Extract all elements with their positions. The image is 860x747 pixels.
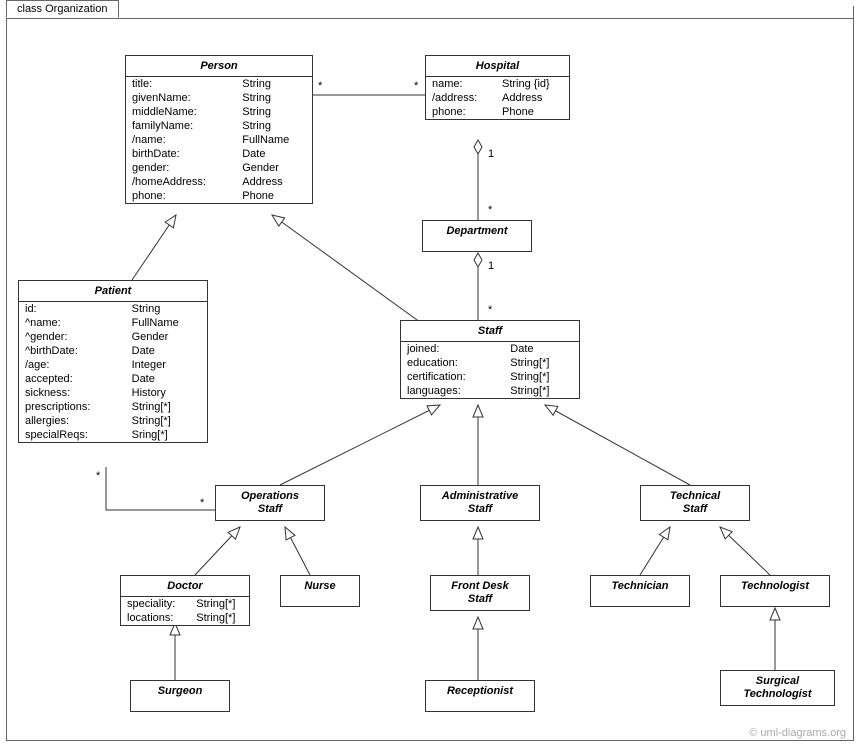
class-technical-staff-l1: Technical (670, 490, 720, 502)
class-hospital: Hospital name:String {id}/address:Addres… (425, 55, 570, 120)
class-nurse-title: Nurse (281, 576, 359, 596)
class-surgical-technologist-l1: Surgical (756, 675, 799, 687)
class-technician-title: Technician (591, 576, 689, 596)
class-receptionist-title: Receptionist (426, 681, 534, 701)
class-hospital-title: Hospital (426, 56, 569, 77)
frame-tab: class Organization (6, 0, 119, 18)
class-staff: Staff joined:Dateeducation:String[*]cert… (400, 320, 580, 399)
class-technologist: Technologist (720, 575, 830, 607)
class-person-attrs: title:StringgivenName:StringmiddleName:S… (126, 77, 312, 203)
watermark: © uml-diagrams.org (749, 727, 846, 739)
frame-title: class Organization (17, 3, 108, 15)
class-administrative-staff-l2: Staff (468, 503, 492, 515)
mult-patient-ops-left: * (96, 470, 100, 482)
class-administrative-staff: Administrative Staff (420, 485, 540, 521)
class-doctor: Doctor speciality:String[*]locations:Str… (120, 575, 250, 626)
class-staff-title: Staff (401, 321, 579, 342)
class-technician: Technician (590, 575, 690, 607)
class-front-desk-staff-l2: Staff (468, 593, 492, 605)
uml-canvas: class Organization (0, 0, 860, 747)
mult-hosp-dept-star: * (488, 204, 492, 216)
class-surgical-technologist: Surgical Technologist (720, 670, 835, 706)
class-front-desk-staff: Front Desk Staff (430, 575, 530, 611)
class-operations-staff-l2: Staff (258, 503, 282, 515)
class-receptionist: Receptionist (425, 680, 535, 712)
mult-hosp-dept-1: 1 (488, 148, 494, 160)
mult-dept-staff-1: 1 (488, 260, 494, 272)
class-person: Person title:StringgivenName:Stringmiddl… (125, 55, 313, 204)
class-administrative-staff-l1: Administrative (442, 490, 518, 502)
class-department: Department (422, 220, 532, 252)
class-patient-attrs: id:String^name:FullName^gender:Gender^bi… (19, 302, 207, 442)
class-front-desk-staff-l1: Front Desk (451, 580, 508, 592)
mult-person-hospital-right: * (414, 80, 418, 92)
mult-patient-ops-right: * (200, 497, 204, 509)
class-hospital-attrs: name:String {id}/address:Addressphone:Ph… (426, 77, 569, 119)
class-patient: Patient id:String^name:FullName^gender:G… (18, 280, 208, 443)
mult-dept-staff-star: * (488, 304, 492, 316)
class-surgeon: Surgeon (130, 680, 230, 712)
class-person-title: Person (126, 56, 312, 77)
class-surgeon-title: Surgeon (131, 681, 229, 701)
class-operations-staff-l1: Operations (241, 490, 299, 502)
class-patient-title: Patient (19, 281, 207, 302)
class-technical-staff: Technical Staff (640, 485, 750, 521)
class-department-title: Department (423, 221, 531, 241)
class-surgical-technologist-l2: Technologist (743, 688, 811, 700)
class-staff-attrs: joined:Dateeducation:String[*]certificat… (401, 342, 579, 398)
class-technical-staff-l2: Staff (683, 503, 707, 515)
mult-person-hospital-left: * (318, 80, 322, 92)
class-nurse: Nurse (280, 575, 360, 607)
class-operations-staff: Operations Staff (215, 485, 325, 521)
class-doctor-title: Doctor (121, 576, 249, 597)
class-technologist-title: Technologist (721, 576, 829, 596)
class-doctor-attrs: speciality:String[*]locations:String[*] (121, 597, 249, 625)
